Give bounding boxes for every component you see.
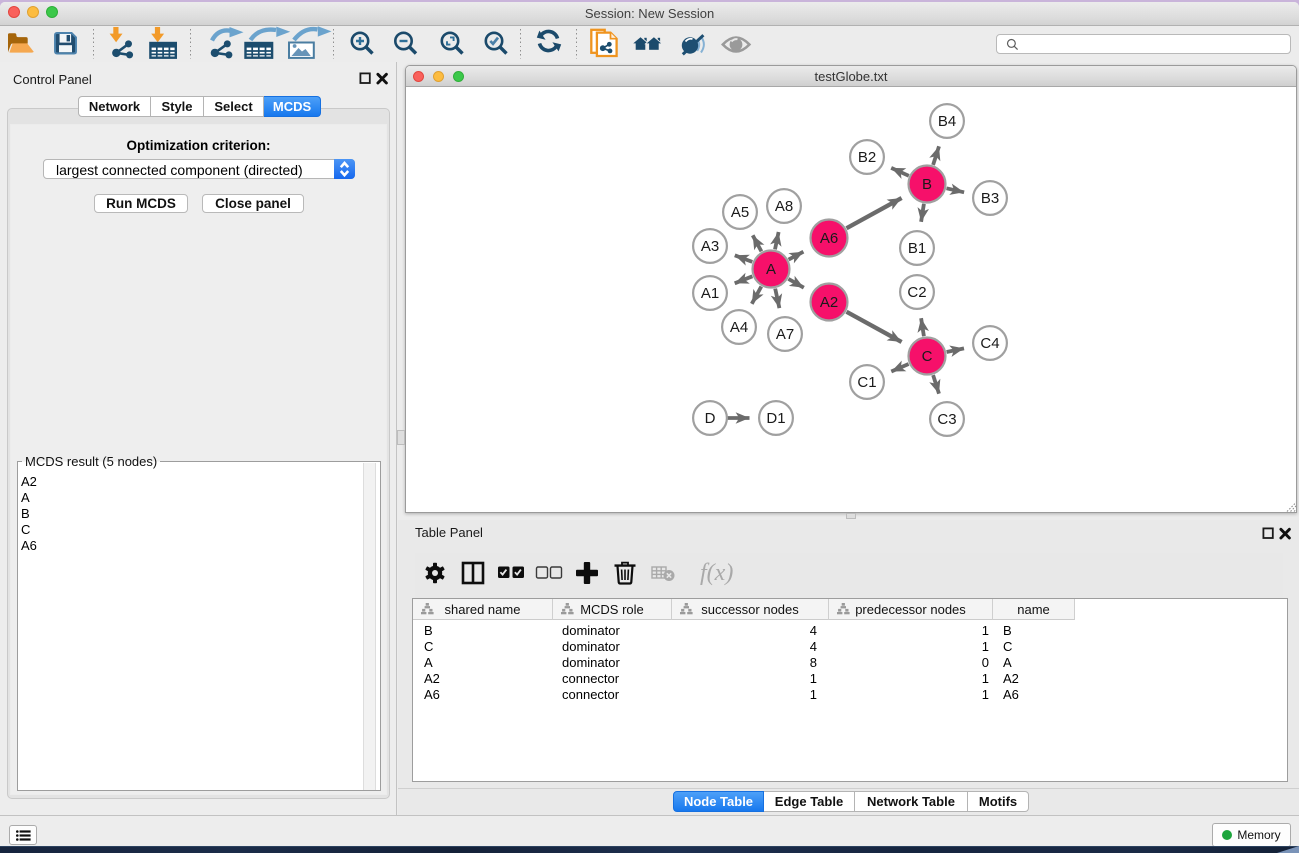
- svg-text:B4: B4: [938, 113, 956, 130]
- svg-text:A5: A5: [731, 204, 749, 221]
- svg-text:A8: A8: [775, 198, 793, 215]
- svg-text:A1: A1: [701, 285, 719, 302]
- svg-text:A2: A2: [820, 294, 838, 311]
- svg-text:A3: A3: [701, 238, 719, 255]
- svg-text:B1: B1: [908, 240, 926, 257]
- svg-text:B2: B2: [858, 149, 876, 166]
- svg-text:C2: C2: [907, 284, 926, 301]
- svg-text:D1: D1: [766, 410, 785, 427]
- svg-text:A: A: [766, 261, 776, 278]
- svg-text:f(x): f(x): [700, 560, 733, 586]
- svg-text:A6: A6: [820, 230, 838, 247]
- svg-text:A7: A7: [776, 326, 794, 343]
- svg-text:C3: C3: [937, 411, 956, 428]
- svg-text:C1: C1: [857, 374, 876, 391]
- svg-text:D: D: [705, 410, 716, 427]
- svg-text:B3: B3: [981, 190, 999, 207]
- svg-text:B: B: [922, 176, 932, 193]
- svg-text:C: C: [922, 348, 933, 365]
- svg-text:A4: A4: [730, 319, 748, 336]
- svg-text:C4: C4: [980, 335, 999, 352]
